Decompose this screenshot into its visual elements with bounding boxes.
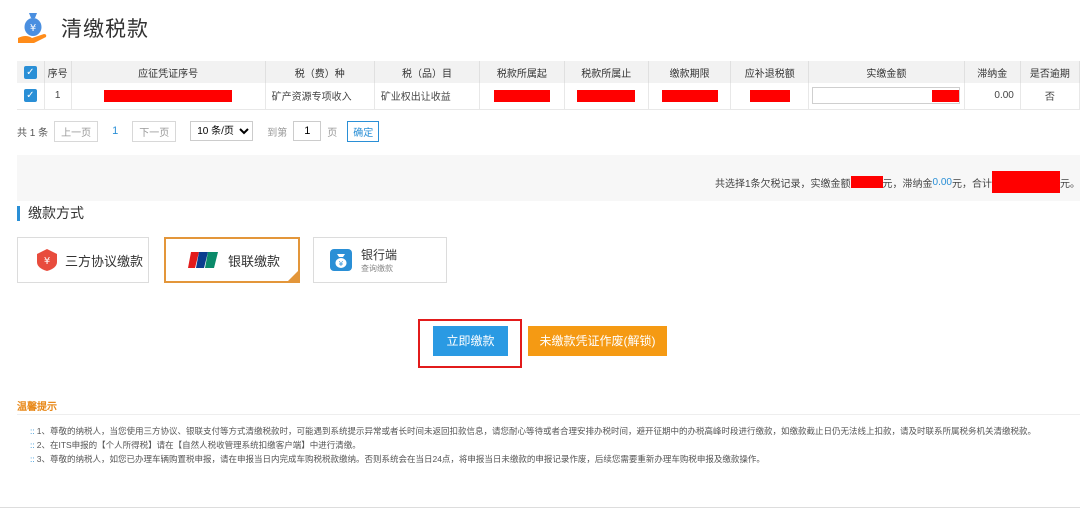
summary-late-fee: 0.00: [932, 176, 952, 188]
tripartite-label: 三方协议缴款: [65, 253, 144, 269]
row-amount-due-redacted: [730, 83, 810, 110]
bank-labels: 银行端 查询缴款: [361, 246, 397, 274]
col-header-late-fee: 滞纳金: [964, 61, 1021, 83]
section-title-text: 缴款方式: [28, 205, 84, 221]
svg-text:¥: ¥: [44, 256, 50, 267]
next-page-button[interactable]: 下一页: [132, 120, 177, 142]
payment-option-bank[interactable]: ¥ 银行端 查询缴款: [313, 237, 447, 283]
tip-item: :: 1、尊敬的纳税人，当您使用三方协议、银联支付等方式清缴税款时，可能遇到系统提…: [30, 426, 1036, 436]
tip-item: :: 3、尊敬的纳税人，如您已办理车辆购置税申报，请在申报当日内完成车购税税款缴纳…: [30, 454, 765, 464]
col-header-overdue: 是否逾期: [1020, 61, 1080, 83]
row-deadline-redacted: [648, 83, 732, 110]
pager-total: 共 1 条: [17, 127, 49, 139]
tripartite-icon: ¥: [35, 248, 59, 272]
unionpay-icon: [188, 250, 220, 270]
col-header-tax-item: 税（品）目: [374, 61, 481, 83]
current-page[interactable]: 1: [112, 125, 118, 137]
select-all-checkbox[interactable]: ✓: [17, 61, 45, 83]
tips-title: 温馨提示: [17, 402, 57, 413]
section-accent-bar: [17, 205, 20, 221]
summary-total-redacted: [992, 171, 1060, 193]
goto-confirm-button[interactable]: 确定: [347, 120, 380, 142]
unionpay-label: 银联缴款: [228, 253, 281, 269]
row-period-start-redacted: [479, 83, 565, 110]
bank-sub-label: 查询缴款: [361, 264, 393, 273]
summary-text: 共选择1条欠税记录，实缴金额 元，滞纳金 0.00 元，合计 元。: [715, 171, 1080, 193]
pay-now-button[interactable]: 立即缴款: [433, 326, 508, 356]
table-header-row: ✓ 序号 应征凭证序号 税（费）种 税（品）目 税款所属起 税款所属止 缴款期限…: [17, 61, 1080, 83]
payment-option-unionpay[interactable]: 银联缴款: [164, 237, 300, 283]
col-header-index: 序号: [44, 61, 72, 83]
summary-part1: 共选择1条欠税记录，实缴金额: [714, 178, 851, 190]
col-header-period-start: 税款所属起: [479, 61, 565, 83]
summary-bar: 共选择1条欠税记录，实缴金额 元，滞纳金 0.00 元，合计 元。: [17, 155, 1080, 201]
tips-list: :: 1、尊敬的纳税人，当您使用三方协议、银联支付等方式清缴税款时，可能遇到系统提…: [30, 424, 1070, 466]
row-voucher-redacted: [71, 83, 266, 110]
page-header: ¥ 清缴税款: [15, 8, 149, 48]
void-voucher-button[interactable]: 未缴款凭证作废(解锁): [528, 326, 667, 356]
pagination: 共 1 条 上一页 1 下一页 10 条/页 到第 页 确定: [17, 120, 380, 142]
tax-table: ✓ 序号 应征凭证序号 税（费）种 税（品）目 税款所属起 税款所属止 缴款期限…: [17, 61, 1080, 110]
paid-amount-input[interactable]: [808, 83, 965, 110]
bank-icon: ¥: [329, 248, 353, 272]
row-tax-item: 矿业权出让收益: [374, 83, 481, 110]
tips-divider: [17, 414, 1080, 415]
money-bag-hand-icon: ¥: [15, 10, 51, 46]
page-title: 清缴税款: [61, 18, 149, 41]
row-period-end-redacted: [564, 83, 649, 110]
summary-paid-redacted: [850, 176, 883, 188]
row-checkbox[interactable]: ✓: [17, 83, 45, 110]
svg-text:¥: ¥: [339, 260, 344, 268]
col-header-tax-type: 税（费）种: [265, 61, 375, 83]
prev-page-button[interactable]: 上一页: [54, 120, 99, 142]
goto-suffix: 页: [327, 127, 338, 139]
bank-label: 银行端: [361, 248, 398, 262]
svg-text:¥: ¥: [30, 23, 36, 34]
selected-corner-icon: [287, 270, 299, 282]
col-header-period-end: 税款所属止: [564, 61, 649, 83]
payment-method-title: 缴款方式: [17, 203, 84, 223]
bottom-divider: [0, 507, 1080, 508]
row-index: 1: [44, 83, 72, 110]
col-header-deadline: 缴款期限: [648, 61, 732, 83]
table-row[interactable]: ✓ 1 矿产资源专项收入 矿业权出让收益 0.00 否: [17, 83, 1080, 110]
row-overdue: 否: [1020, 83, 1080, 110]
col-header-amount-due: 应补退税额: [730, 61, 810, 83]
summary-part4: 元。: [1060, 178, 1080, 190]
row-tax-type: 矿产资源专项收入: [265, 83, 375, 110]
payment-option-tripartite[interactable]: ¥ 三方协议缴款: [17, 237, 149, 283]
row-late-fee: 0.00: [964, 83, 1021, 110]
summary-part2: 元，滞纳金: [882, 178, 933, 190]
summary-part3: 元，合计: [952, 178, 992, 190]
goto-page-input[interactable]: [293, 121, 322, 141]
col-header-paid-amount: 实缴金额: [808, 61, 965, 83]
col-header-voucher: 应征凭证序号: [71, 61, 266, 83]
goto-prefix: 到第: [267, 127, 288, 139]
tip-item: :: 2、在ITS申报的【个人所得税】请在【自然人税收管理系统扣缴客户端】中进行清…: [30, 440, 361, 450]
page-size-select[interactable]: 10 条/页: [190, 121, 254, 141]
